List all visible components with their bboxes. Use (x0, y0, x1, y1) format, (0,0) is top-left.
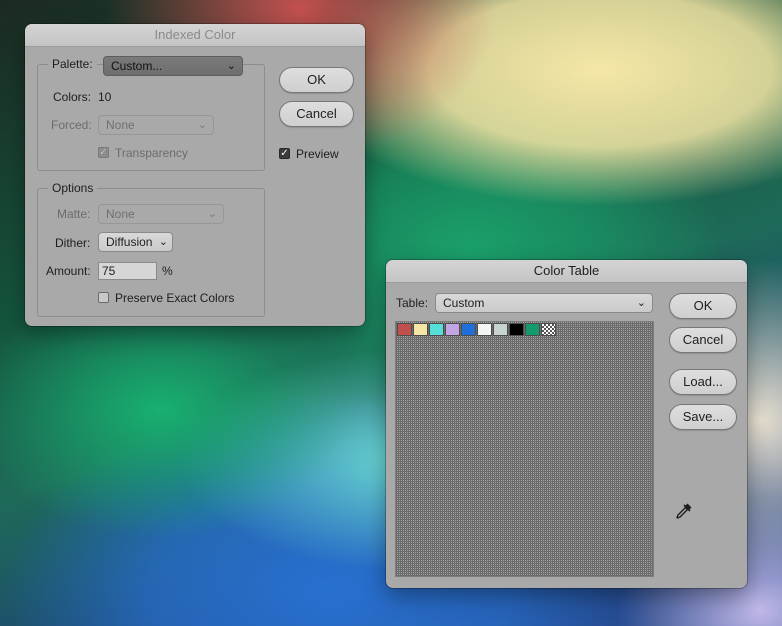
swatch-transparent[interactable] (541, 323, 556, 336)
cancel-button[interactable]: Cancel (669, 327, 737, 353)
chevron-down-icon: ⌄ (207, 208, 217, 220)
eyedropper-icon[interactable] (675, 502, 693, 520)
chevron-down-icon: ⌄ (636, 297, 646, 309)
palette-legend: Palette: (52, 57, 93, 71)
load-button[interactable]: Load... (669, 369, 737, 395)
colors-label: Colors: (53, 90, 92, 104)
matte-select-value: None (106, 207, 135, 221)
preview-label: Preview (296, 147, 339, 161)
color-swatch[interactable] (477, 323, 492, 336)
color-swatch[interactable] (413, 323, 428, 336)
transparency-label: Transparency (115, 146, 188, 160)
color-swatch[interactable] (461, 323, 476, 336)
save-button[interactable]: Save... (669, 404, 737, 430)
indexed-color-dialog: Indexed Color Palette: Custom... ⌄ Color… (25, 24, 365, 326)
palette-select-value: Custom... (111, 59, 163, 73)
forced-label: Forced: (51, 118, 92, 132)
forced-select-value: None (106, 118, 135, 132)
table-label: Table: (396, 296, 429, 310)
ok-button[interactable]: OK (669, 293, 737, 319)
color-swatch[interactable] (445, 323, 460, 336)
matte-label: Matte: (57, 207, 91, 221)
dither-label: Dither: (55, 236, 91, 250)
chevron-down-icon: ⌄ (197, 119, 207, 131)
matte-select[interactable]: None ⌄ (98, 204, 224, 224)
color-table-dialog: Color Table Table: Custom ⌄ OK Cancel Lo… (386, 260, 747, 588)
amount-label: Amount: (46, 264, 91, 278)
table-select[interactable]: Custom ⌄ (435, 293, 653, 313)
color-swatch-grid[interactable] (395, 321, 654, 577)
cancel-button[interactable]: Cancel (279, 101, 354, 127)
transparency-checkbox[interactable]: ✓ (98, 147, 109, 158)
preserve-exact-colors-checkbox[interactable] (98, 292, 109, 303)
eyedropper-icon-svg (676, 503, 692, 519)
amount-unit: % (162, 264, 173, 278)
swatch-row (397, 323, 557, 336)
palette-select[interactable]: Custom... ⌄ (103, 56, 243, 76)
options-legend: Options (52, 181, 94, 195)
color-swatch[interactable] (397, 323, 412, 336)
ok-button[interactable]: OK (279, 67, 354, 93)
chevron-down-icon: ⌄ (226, 60, 236, 72)
color-swatch[interactable] (525, 323, 540, 336)
amount-input[interactable]: 75 (98, 262, 157, 280)
table-select-value: Custom (443, 296, 485, 310)
checkmark-icon: ✓ (280, 148, 289, 159)
checkmark-icon: ✓ (99, 147, 108, 158)
preserve-exact-colors-label: Preserve Exact Colors (115, 291, 235, 305)
color-swatch[interactable] (493, 323, 508, 336)
colors-value: 10 (98, 90, 112, 104)
forced-select[interactable]: None ⌄ (98, 115, 214, 135)
indexed-color-title[interactable]: Indexed Color (25, 24, 365, 47)
preview-checkbox[interactable]: ✓ (279, 148, 290, 159)
chevron-down-icon: ⌄ (158, 236, 168, 248)
color-swatch[interactable] (509, 323, 524, 336)
dither-select[interactable]: Diffusion ⌄ (98, 232, 173, 252)
amount-value: 75 (102, 264, 116, 278)
color-swatch[interactable] (429, 323, 444, 336)
dither-select-value: Diffusion (106, 235, 153, 249)
color-table-title[interactable]: Color Table (386, 260, 747, 283)
